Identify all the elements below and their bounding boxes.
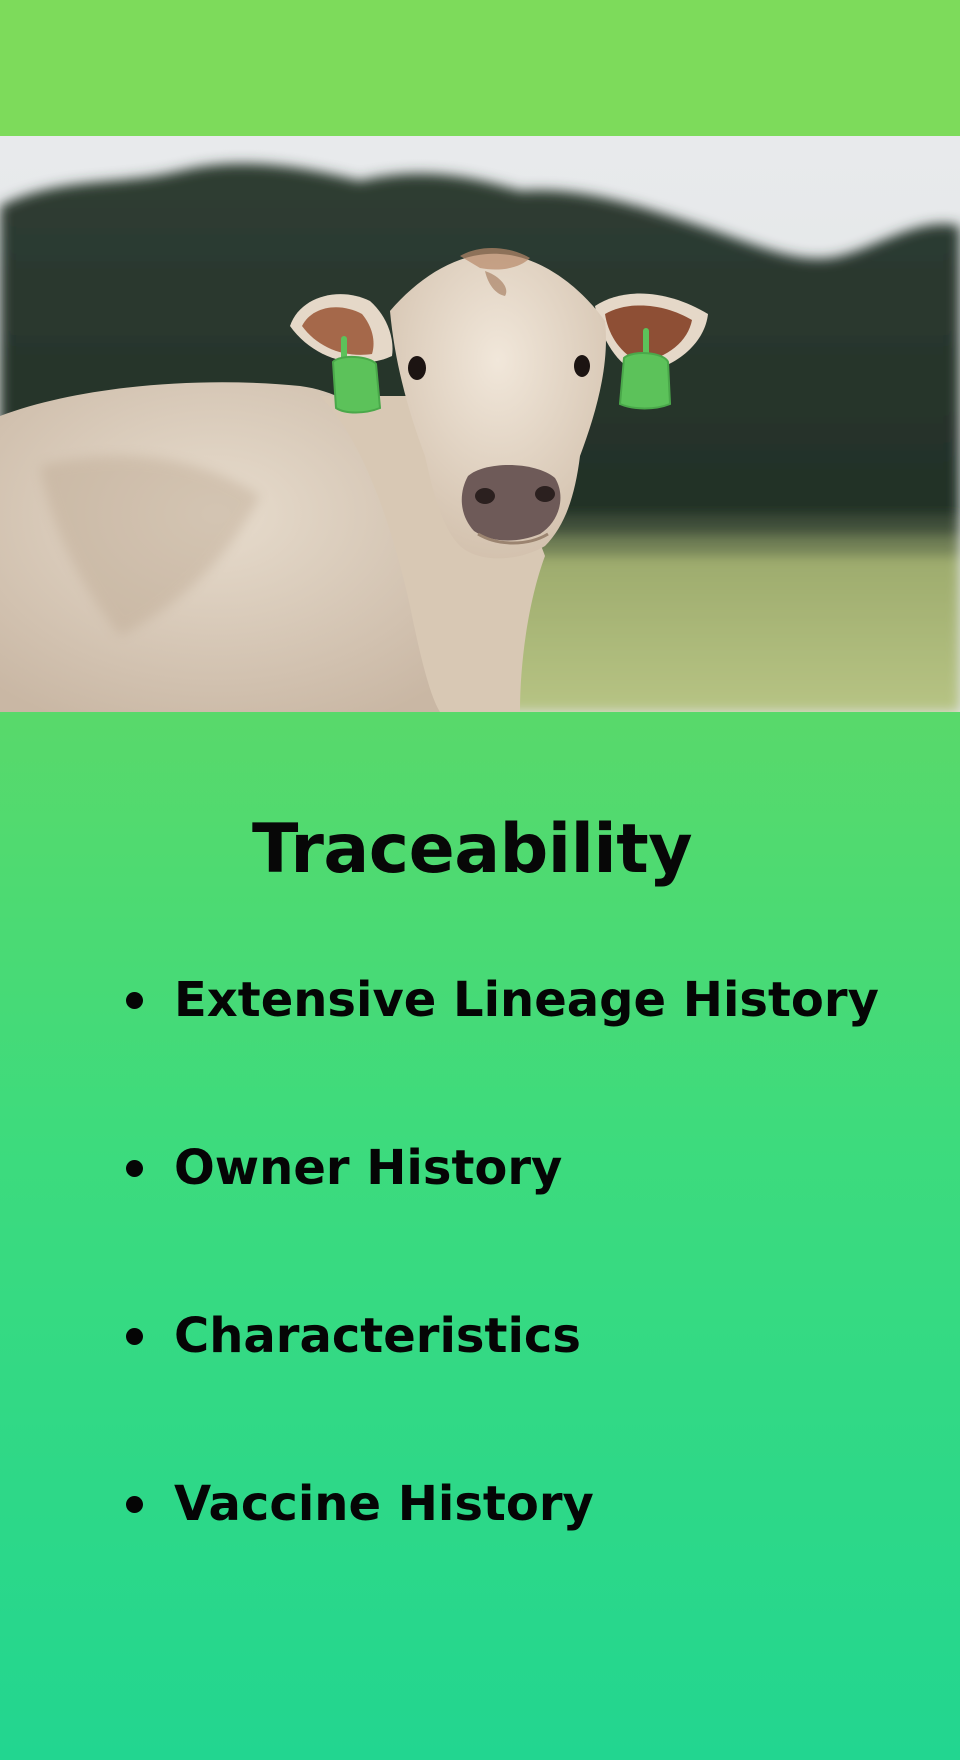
list-item-label: Vaccine History: [174, 1476, 594, 1532]
page-title: Traceability: [251, 809, 693, 889]
bullet-icon: [126, 1496, 143, 1513]
feature-list: Extensive Lineage History Owner History …: [116, 968, 879, 1640]
list-item-label: Owner History: [174, 1140, 563, 1196]
list-item-label: Extensive Lineage History: [174, 972, 879, 1028]
list-item-characteristics: Characteristics: [116, 1304, 879, 1472]
list-item-vaccine-history: Vaccine History: [116, 1472, 879, 1640]
list-item-owner-history: Owner History: [116, 1136, 879, 1304]
hero-cow-photo: [0, 136, 960, 712]
list-item-lineage-history: Extensive Lineage History: [116, 968, 879, 1136]
list-item-label: Characteristics: [174, 1308, 581, 1364]
bullet-icon: [126, 1328, 143, 1345]
bullet-icon: [126, 992, 143, 1009]
top-color-band: [0, 0, 960, 136]
bullet-icon: [126, 1160, 143, 1177]
